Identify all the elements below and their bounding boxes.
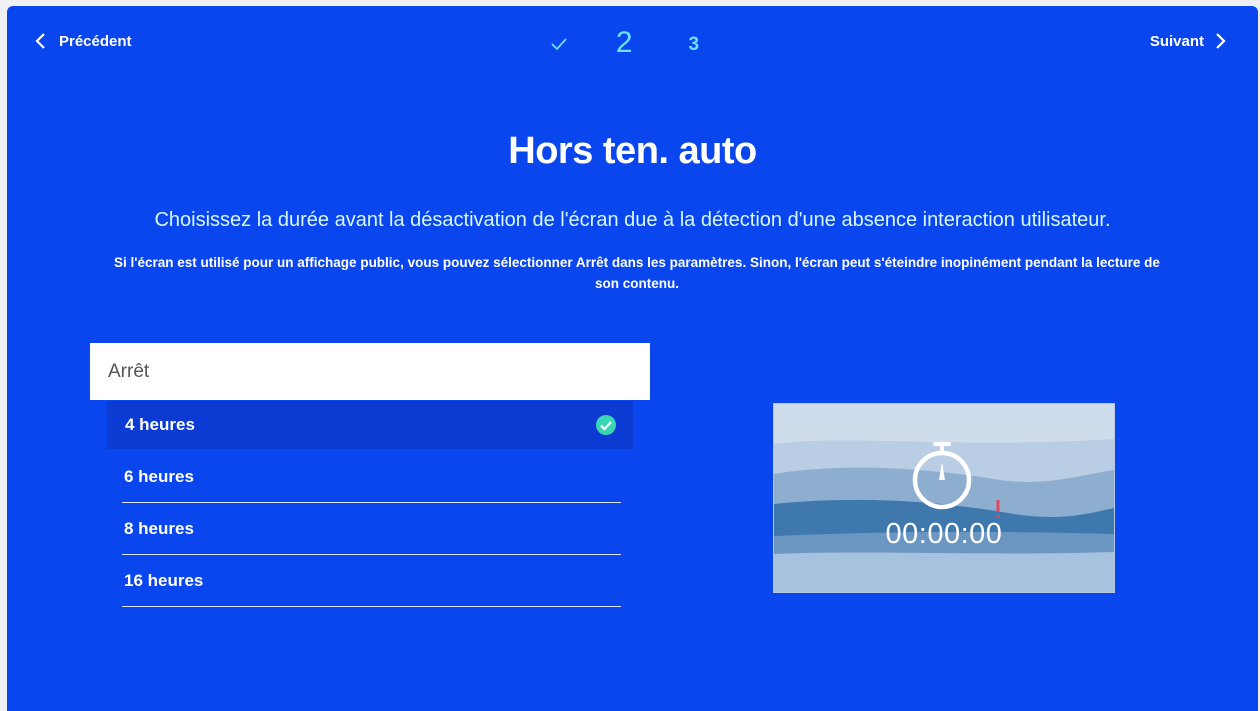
page-title: Hors ten. auto [508,130,757,172]
step-done-check-icon [551,38,567,51]
timeout-options-list: 4 heures 6 heures 8 heures 16 heures [107,401,633,607]
option-4-hours[interactable]: 4 heures [107,401,633,449]
step-indicator: 2 3 [7,26,1258,60]
timer-display: 00:00:00 [885,518,1003,550]
timeout-dropdown[interactable]: Arrêt [90,343,650,400]
setup-screen: Précédent 2 3 Suivant Hors ten. auto Cho… [7,6,1258,711]
option-8-hours[interactable]: 8 heures [122,503,621,555]
dropdown-label: Arrêt [108,360,150,382]
option-16-hours[interactable]: 16 heures [122,555,621,607]
option-label: 6 heures [124,466,194,486]
next-label: Suivant [1149,32,1204,50]
step-current: 2 [615,26,633,59]
chevron-right-icon [1216,33,1226,49]
option-6-hours[interactable]: 6 heures [122,451,621,503]
option-label: 16 heures [124,570,204,590]
check-circle-icon [596,415,616,435]
next-button[interactable]: Suivant [1150,32,1228,50]
info-note: Si l'écran est utilisé pour un affichage… [114,255,1160,291]
timer-preview-image: 00:00:00 [773,403,1115,593]
option-label: 4 heures [125,415,195,434]
page-subtitle: Choisissez la durée avant la désactivati… [154,209,1111,231]
stopwatch-icon [912,442,972,510]
option-label: 8 heures [124,518,194,538]
step-next: 3 [688,34,700,55]
